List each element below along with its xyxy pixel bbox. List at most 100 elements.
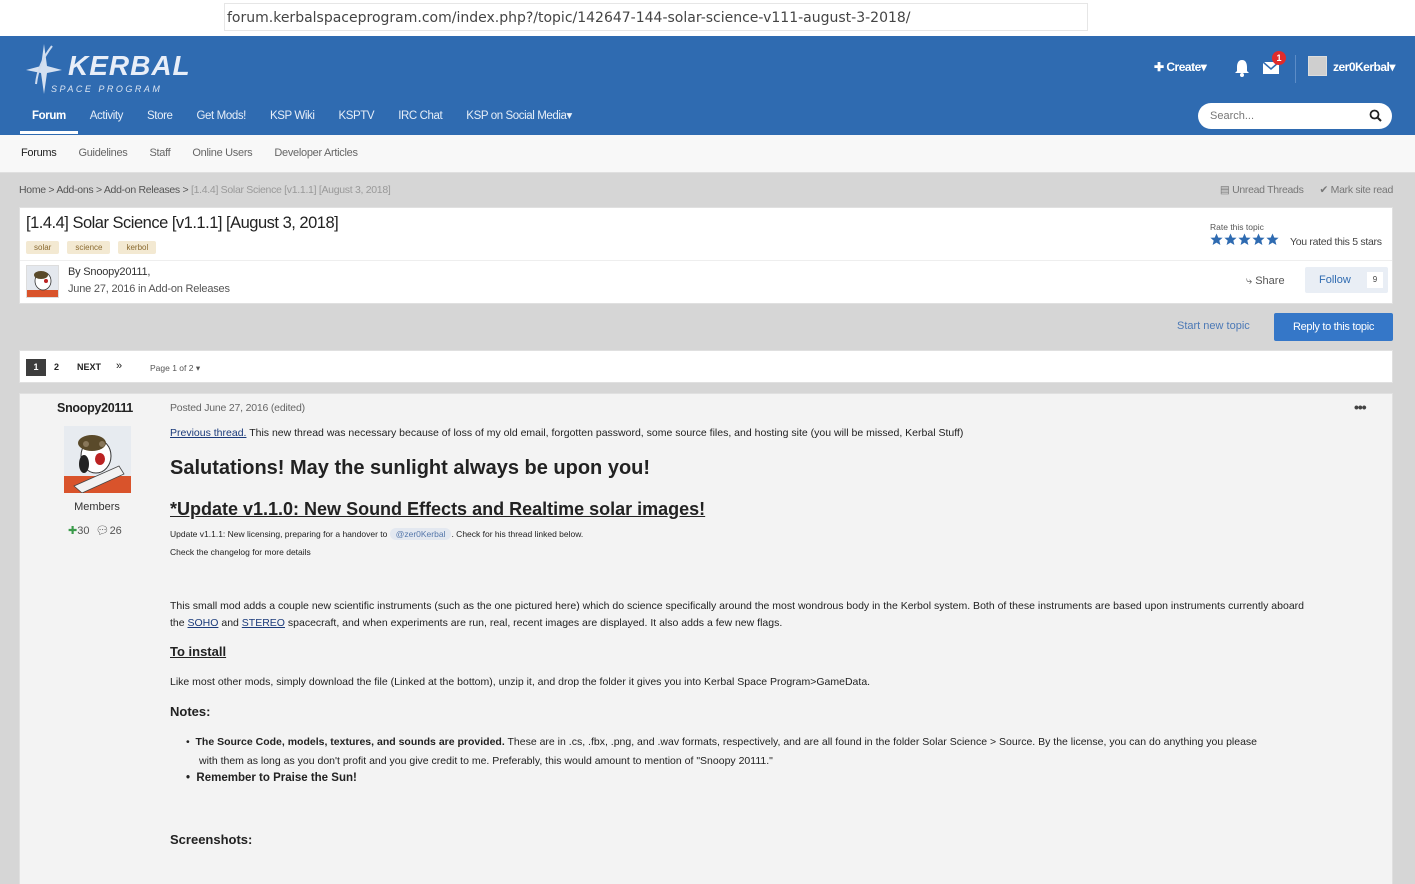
tag-solar[interactable]: solar [26, 241, 60, 254]
caret-down-icon: ▾ [1200, 60, 1207, 74]
description-text: the [170, 617, 188, 629]
mark-site-read-link[interactable]: ✔ Mark site read [1319, 184, 1394, 196]
description-line-2: the SOHO and STEREO spacecraft, and when… [170, 617, 782, 629]
crumb-add-ons[interactable]: Add-ons [56, 184, 93, 196]
logo-subtitle: SPACE PROGRAM [51, 84, 163, 94]
update-line-suffix: . Check for his thread linked below. [451, 529, 584, 539]
start-new-topic-link[interactable]: Start new topic [1177, 320, 1250, 332]
snoopy-avatar-image [27, 266, 58, 297]
user-mention[interactable]: @zer0Kerbal [389, 528, 452, 540]
intro-text: This new thread was necessary because of… [246, 427, 964, 439]
site-header: KERBAL SPACE PROGRAM ✚ Create▾ 1 zer0Ker… [0, 36, 1415, 135]
nav-social-media[interactable]: KSP on Social Media▾ [454, 106, 584, 134]
user-avatar[interactable] [1308, 56, 1327, 76]
description-text: and [218, 617, 242, 629]
post-author-avatar[interactable] [64, 426, 131, 493]
tag-science[interactable]: science [67, 241, 111, 254]
notes-heading: Notes: [170, 704, 211, 719]
caret-down-icon: ▾ [1389, 60, 1395, 74]
note-1-bold: The Source Code, models, textures, and s… [195, 736, 505, 748]
bell-icon[interactable] [1233, 58, 1251, 78]
unread-threads-label: Unread Threads [1232, 184, 1304, 196]
topic-date: June 27, 2016 in Add-on Releases [68, 283, 230, 295]
rating-stars[interactable] [1210, 233, 1279, 246]
update-line: Update v1.1.1: New licensing, preparing … [170, 528, 583, 540]
user-menu[interactable]: zer0Kerbal▾ [1333, 60, 1395, 74]
share-button[interactable]: ⤷ Share [1246, 275, 1285, 288]
site-logo[interactable]: KERBAL SPACE PROGRAM [22, 40, 190, 96]
next-page-button[interactable]: NEXT [77, 362, 101, 372]
star-icon[interactable] [1224, 233, 1237, 246]
follow-button[interactable]: Follow 9 [1305, 267, 1388, 293]
nav-activity[interactable]: Activity [78, 106, 135, 134]
author-avatar[interactable] [26, 265, 59, 298]
snoopy-avatar-image [64, 426, 131, 493]
reply-to-topic-button[interactable]: Reply to this topic [1274, 313, 1393, 341]
username: zer0Kerbal [1333, 60, 1390, 74]
star-icon[interactable] [1210, 233, 1223, 246]
nav-get-mods[interactable]: Get Mods! [185, 106, 258, 134]
star-icon[interactable] [1252, 233, 1265, 246]
page-jump-dropdown[interactable]: Page 1 of 2 ▾ [150, 363, 200, 374]
breadcrumb: Home > Add-ons > Add-on Releases > [1.4.… [19, 184, 391, 196]
post-author-name[interactable]: Snoopy20111 [20, 401, 170, 415]
post-author-panel: Snoopy20111 Members ✚30 💬︎26 [20, 394, 170, 884]
post-count: 26 [109, 525, 122, 537]
soho-link[interactable]: SOHO [188, 617, 219, 629]
stereo-link[interactable]: STEREO [242, 617, 285, 629]
description-line-1: This small mod adds a couple new scienti… [170, 600, 1304, 612]
page-1-button[interactable]: 1 [26, 359, 46, 376]
more-options-icon[interactable]: ••• [1354, 399, 1367, 415]
unread-threads-link[interactable]: ▤ Unread Threads [1220, 184, 1304, 196]
create-button[interactable]: ✚ Create▾ [1154, 60, 1207, 74]
topic-header: [1.4.4] Solar Science [v1.1.1] [August 3… [19, 207, 1393, 304]
post-meta: Posted June 27, 2016 (edited) [170, 402, 305, 414]
divider [20, 260, 1392, 261]
crumb-current: [1.4.4] Solar Science [v1.1.1] [August 3… [190, 184, 391, 196]
header-divider [1295, 55, 1296, 83]
nav-ksp-wiki[interactable]: KSP Wiki [258, 106, 327, 134]
notification-badge: 1 [1272, 51, 1286, 65]
subnav-forums[interactable]: Forums [10, 135, 67, 172]
page-of-label: Page 1 of 2 [150, 363, 194, 373]
crumb-add-on-releases[interactable]: Add-on Releases [104, 184, 180, 196]
caret-down-icon: ▾ [195, 363, 201, 373]
post-author-group: Members [74, 501, 120, 513]
author-name[interactable]: By Snoopy20111, [68, 266, 150, 278]
description-text: spacecraft, and when experiments are run… [284, 617, 783, 629]
page-2-button[interactable]: 2 [54, 362, 59, 372]
follow-count: 9 [1367, 272, 1383, 288]
nav-store[interactable]: Store [135, 106, 185, 134]
previous-thread-link[interactable]: Previous thread. [170, 427, 246, 439]
search-box [1198, 103, 1392, 129]
topic-title: [1.4.4] Solar Science [v1.1.1] [August 3… [26, 214, 339, 232]
subnav-online-users[interactable]: Online Users [181, 135, 263, 172]
bullet: • [186, 772, 197, 784]
plus-circle-icon: ✚ [68, 525, 78, 537]
screenshots-heading: Screenshots: [170, 832, 253, 847]
address-bar[interactable]: forum.kerbalspaceprogram.com/index.php?/… [224, 3, 1088, 31]
create-label: Create [1166, 60, 1201, 74]
nav-irc-chat[interactable]: IRC Chat [386, 106, 454, 134]
search-input[interactable] [1210, 103, 1360, 129]
tag-kerbol[interactable]: kerbol [118, 241, 157, 254]
check-icon: ✔ [1319, 184, 1331, 196]
sub-nav: Forums Guidelines Staff Online Users Dev… [0, 135, 1415, 173]
last-page-button[interactable]: » [116, 360, 122, 372]
star-icon[interactable] [1266, 233, 1279, 246]
nav-forum[interactable]: Forum [20, 106, 78, 134]
share-label: Share [1255, 275, 1285, 287]
search-icon[interactable] [1369, 109, 1382, 122]
reputation-count: 30 [77, 525, 90, 537]
star-icon[interactable] [1238, 233, 1251, 246]
install-heading: To install [170, 644, 227, 659]
nav-ksptv[interactable]: KSPTV [326, 106, 386, 134]
note-item-2: • Remember to Praise the Sun! [186, 772, 357, 784]
subnav-staff[interactable]: Staff [138, 135, 181, 172]
rate-label: Rate this topic [1210, 222, 1264, 232]
subnav-guidelines[interactable]: Guidelines [67, 135, 138, 172]
crumb-home[interactable]: Home [19, 184, 46, 196]
subnav-developer-articles[interactable]: Developer Articles [263, 135, 368, 172]
post-author-stats: ✚30 💬︎26 [68, 524, 122, 537]
note-2-text: Remember to Praise the Sun! [196, 772, 357, 784]
